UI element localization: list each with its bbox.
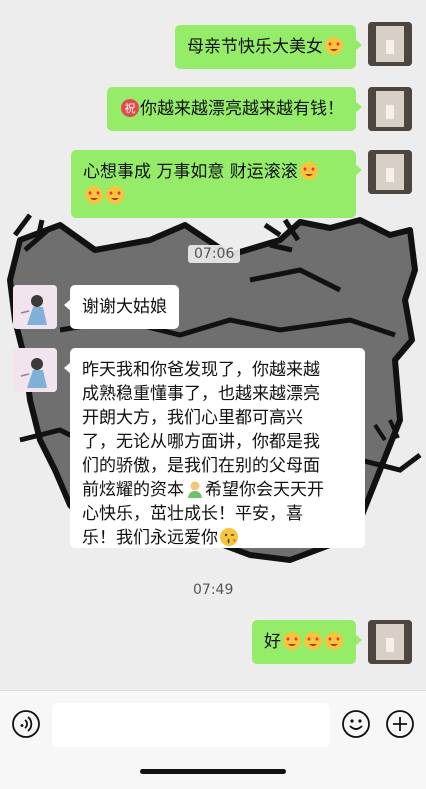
- message-line: 了，无论从哪方面讲，你都是我: [82, 432, 320, 452]
- heart-eyes-emoji-icon: [85, 186, 103, 204]
- emoji-icon[interactable]: [341, 709, 371, 739]
- message-line: 昨天我和你爸发现了，你越来越: [82, 360, 320, 380]
- my-avatar[interactable]: [368, 620, 412, 664]
- message-text: 好: [264, 632, 281, 652]
- svg-text:祝: 祝: [125, 101, 136, 115]
- message-bubble[interactable]: 昨天我和你爸发现了，你越来越 成熟稳重懂事了，也越来越漂亮 开朗大方，我们心里都…: [64, 348, 365, 548]
- heart-eyes-emoji-icon: [283, 632, 301, 650]
- message-bubble[interactable]: 心想事成 万事如意 财运滚滚: [71, 150, 362, 218]
- message-line: 心快乐，茁壮成长！平安，喜: [82, 504, 303, 524]
- message-line: 乐！我们永远爱你: [82, 528, 218, 548]
- heart-eyes-emoji-icon: [304, 632, 322, 650]
- their-avatar[interactable]: [13, 348, 57, 392]
- message-text: 母亲节快乐大美女: [187, 37, 323, 57]
- home-indicator: [140, 769, 286, 774]
- message-bubble[interactable]: 母亲节快乐大美女: [175, 25, 362, 69]
- message-line: 希望你会天天开: [205, 480, 324, 500]
- timestamp: 07:06: [188, 245, 241, 263]
- message-line: 成熟稳重懂事了，也越来越漂亮: [82, 384, 320, 404]
- message-text: 心想事成 万事如意 财运滚滚: [83, 162, 298, 182]
- message-bubble[interactable]: 好: [252, 620, 362, 664]
- heart-eyes-emoji-icon: [299, 162, 318, 180]
- my-avatar[interactable]: [368, 150, 412, 194]
- chat-area[interactable]: 母亲节快乐大美女 祝你越来越漂亮越来越有钱！ 心想事成 万事如意 财运滚滚 07…: [0, 0, 426, 690]
- message-line: 们的骄傲，是我们在别的父母面: [82, 456, 320, 476]
- message-bubble[interactable]: 谢谢大姑娘: [64, 285, 179, 329]
- heart-eyes-emoji-icon: [325, 632, 343, 650]
- kiss-emoji-icon: [220, 528, 238, 546]
- voice-icon[interactable]: [11, 709, 41, 739]
- message-text: 你越来越漂亮越来越有钱！: [140, 99, 344, 119]
- chat-input-bar: [0, 690, 426, 789]
- my-avatar[interactable]: [368, 87, 412, 131]
- my-avatar[interactable]: [368, 22, 412, 66]
- timestamp: 07:49: [193, 582, 234, 598]
- message-text: 谢谢大姑娘: [82, 297, 167, 317]
- person-emoji-icon: [188, 481, 202, 498]
- their-avatar[interactable]: [13, 285, 57, 329]
- message-bubble[interactable]: 祝你越来越漂亮越来越有钱！: [107, 87, 362, 131]
- message-line: 前炫耀的资本: [82, 480, 184, 500]
- heart-eyes-emoji-icon: [106, 186, 124, 204]
- congratulation-sign-icon: 祝: [121, 99, 139, 117]
- message-input[interactable]: [52, 703, 330, 747]
- heart-eyes-emoji-icon: [325, 37, 343, 55]
- plus-icon[interactable]: [385, 709, 415, 739]
- message-line: 开朗大方，我们心里都可高兴: [82, 408, 303, 428]
